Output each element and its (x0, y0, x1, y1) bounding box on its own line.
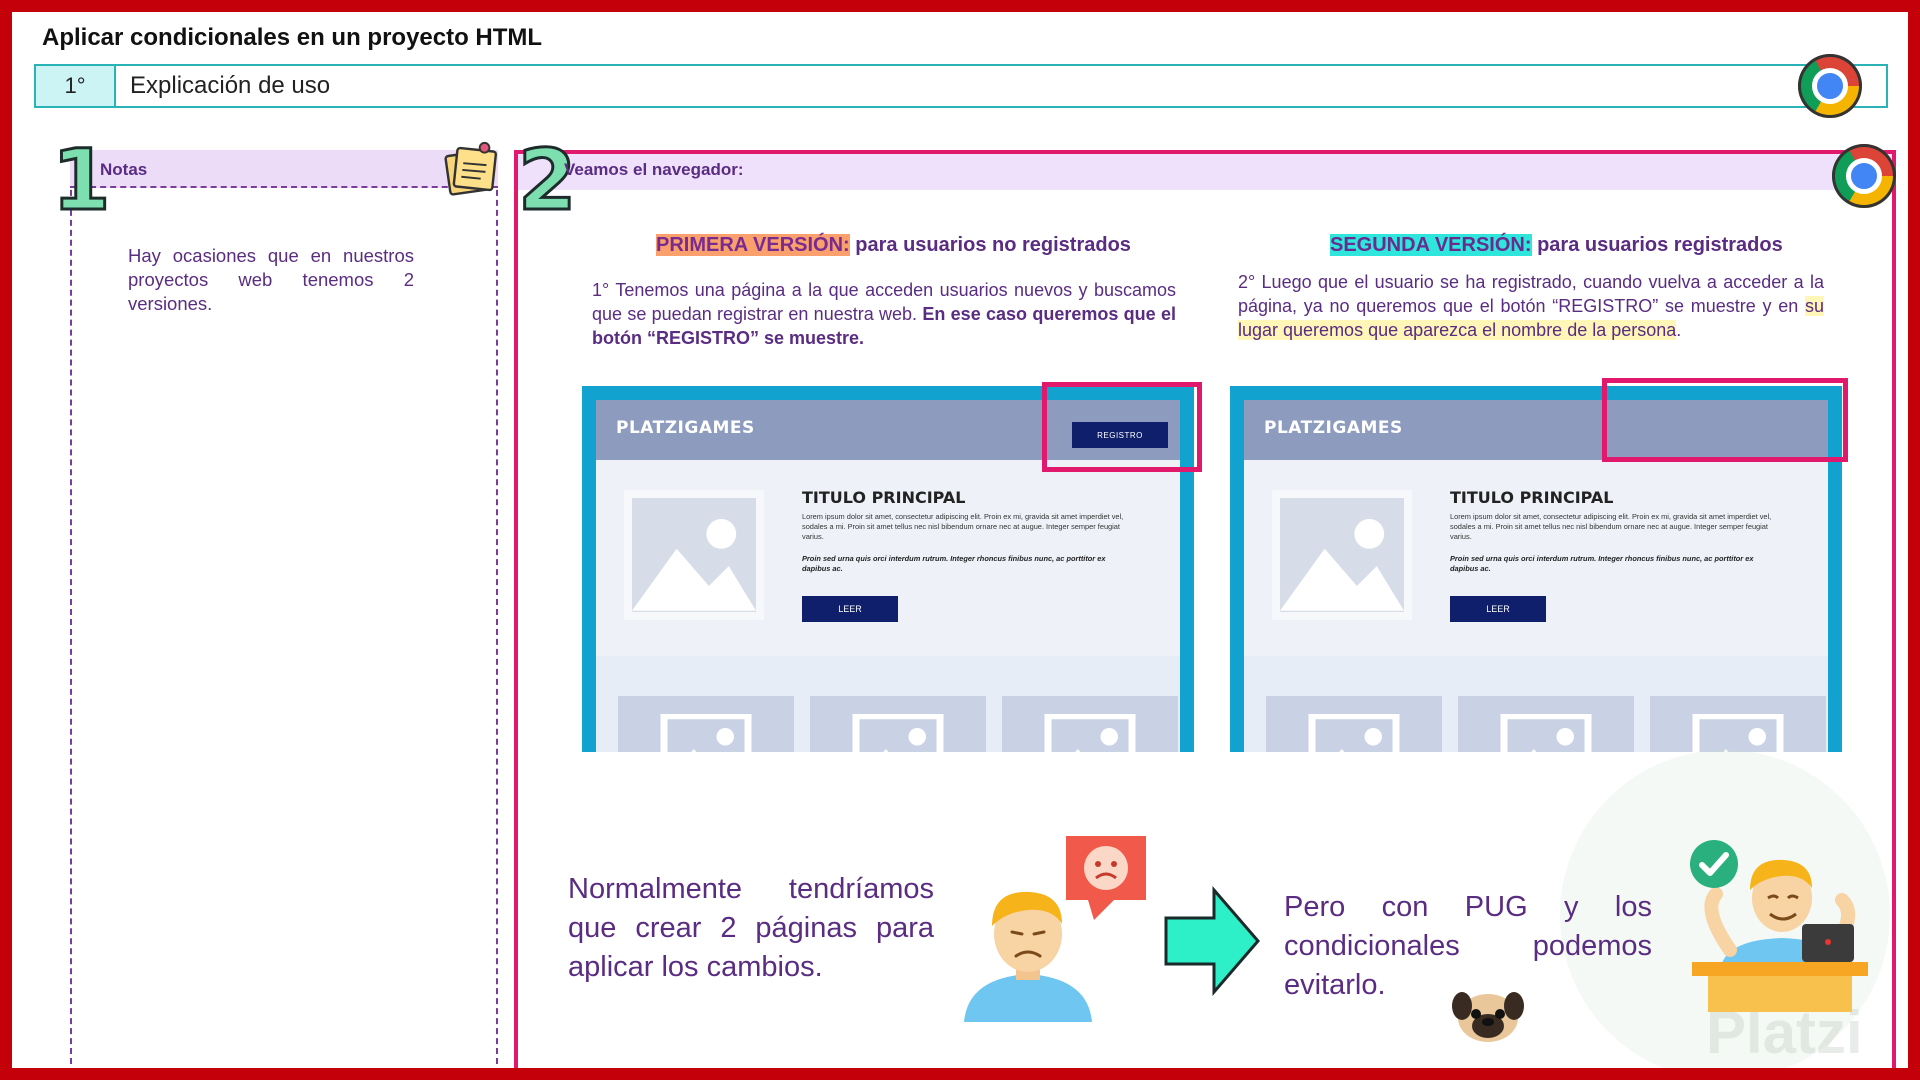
mockup-card (1458, 696, 1634, 752)
mockup-card (1266, 696, 1442, 752)
first-version-desc: 1° Tenemos una página a la que acceden u… (592, 278, 1176, 350)
chrome-icon (1832, 144, 1896, 208)
step-bar: 1° Explicación de uso (34, 64, 1888, 108)
slide-title: Aplicar condicionales en un proyecto HTM… (42, 24, 543, 51)
browser-number: 2 (516, 131, 577, 229)
image-placeholder-icon (1272, 490, 1412, 620)
notes-body: Hay ocasiones que en nuestros proyectos … (128, 245, 414, 314)
mockup-lorem: Lorem ipsum dolor sit amet, consectetur … (802, 512, 1124, 541)
mockup-heading: TITULO PRINCIPAL (1450, 488, 1614, 507)
mockup-card (618, 696, 794, 752)
second-version-tag: SEGUNDA VERSIÓN: (1330, 234, 1532, 256)
sad-speech-bubble-icon (1064, 834, 1148, 922)
second-version-subtitle: para usuarios registrados (1531, 234, 1783, 256)
mockup-read-button: LEER (1450, 596, 1546, 622)
first-version-subtitle: para usuarios no registrados (849, 234, 1131, 256)
first-version-tag: PRIMERA VERSIÓN: (656, 234, 850, 256)
pug-icon (1450, 988, 1526, 1044)
notepad-icon (442, 140, 500, 198)
browser-title: Veamos el navegador: (564, 160, 744, 179)
mockup-card (1002, 696, 1178, 752)
mockup-lorem: Lorem ipsum dolor sit amet, consectetur … (1450, 512, 1772, 541)
first-version-title: PRIMERA VERSIÓN: para usuarios no regist… (656, 234, 1131, 257)
mockup-read-button: LEER (802, 596, 898, 622)
second-version-desc-plain: 2° Luego que el usuario se ha registrado… (1238, 272, 1824, 316)
bottom-left-text: Normalmente tendríamos que crear 2 págin… (568, 873, 934, 983)
step-label: Explicación de uso (130, 72, 331, 99)
mockup-card (1650, 696, 1826, 752)
notes-title: Notas (100, 160, 148, 179)
register-highlight-box (1042, 382, 1202, 472)
step-number: 1° (36, 66, 116, 106)
check-icon (1688, 838, 1740, 890)
chrome-icon (1798, 54, 1862, 118)
second-version-desc-end: . (1676, 320, 1682, 340)
mockup-brand: PLATZIGAMES (616, 418, 755, 438)
notes-number: 1 (50, 131, 111, 229)
image-placeholder-icon (624, 490, 764, 620)
arrow-right-icon (1162, 885, 1262, 997)
mockup-heading: TITULO PRINCIPAL (802, 488, 966, 507)
second-version-desc: 2° Luego que el usuario se ha registrado… (1238, 270, 1824, 342)
second-version-title: SEGUNDA VERSIÓN: para usuarios registrad… (1330, 234, 1783, 257)
mockup-hero: TITULO PRINCIPAL Lorem ipsum dolor sit a… (596, 460, 1180, 656)
mockup-lorem-bold: Proin sed urna quis orci interdum rutrum… (802, 554, 1106, 573)
mockup-lorem-bold: Proin sed urna quis orci interdum rutrum… (1450, 554, 1754, 573)
mockup-brand: PLATZIGAMES (1264, 418, 1403, 438)
mockup-card (810, 696, 986, 752)
mockup-hero: TITULO PRINCIPAL Lorem ipsum dolor sit a… (1244, 460, 1828, 656)
slide-frame: Aplicar condicionales en un proyecto HTM… (0, 0, 1920, 1080)
name-highlight-box (1602, 378, 1848, 462)
